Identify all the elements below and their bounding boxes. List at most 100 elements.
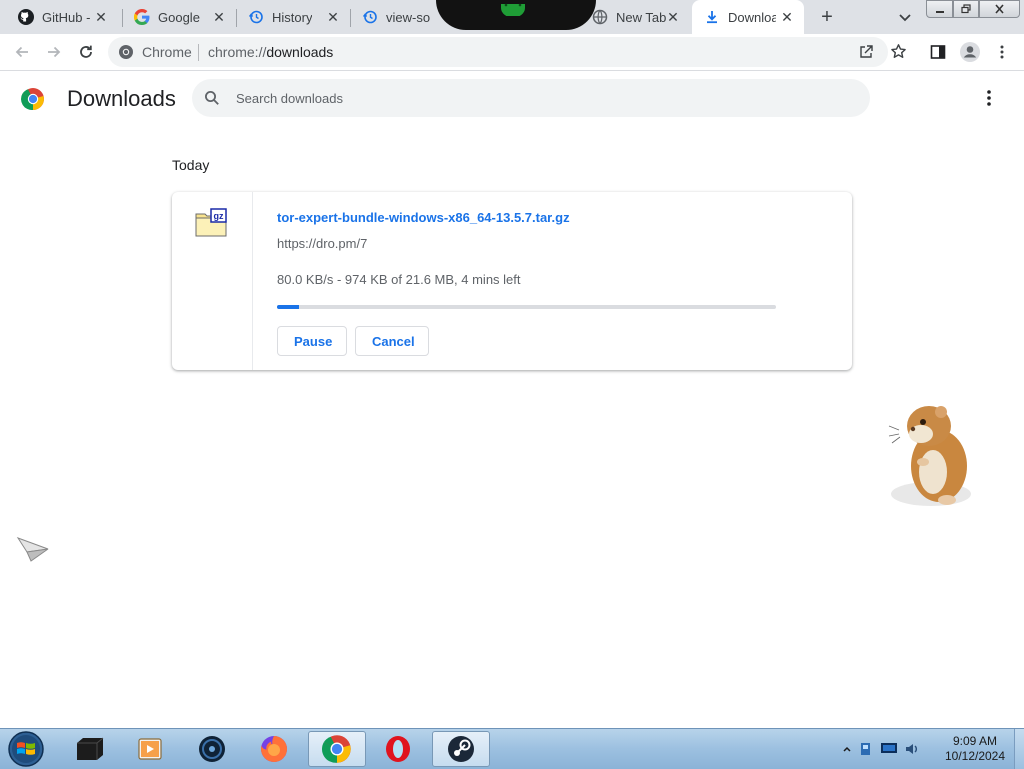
github-icon [18, 9, 34, 25]
status-indicator-icon [501, 3, 525, 16]
new-tab-button[interactable]: + [816, 6, 838, 28]
taskbar-app-opera[interactable] [370, 731, 426, 767]
chevron-down-icon[interactable] [896, 8, 914, 26]
taskbar: 9:09 AM 10/12/2024 [0, 728, 1024, 769]
history-icon [248, 9, 264, 25]
tab-history[interactable]: History ✕ [236, 0, 350, 34]
date-section-label: Today [172, 157, 210, 173]
forward-button[interactable] [42, 40, 66, 64]
chevron-up-icon[interactable] [842, 744, 852, 754]
tab-new-tab[interactable]: New Tab ✕ [582, 0, 690, 34]
side-panel-button[interactable] [926, 40, 950, 64]
side-panel-icon [930, 45, 946, 59]
profile-button[interactable] [958, 40, 982, 64]
tab-title: view-so [386, 9, 431, 25]
taskbar-app-steam[interactable] [432, 731, 490, 767]
download-item: gz tor-expert-bundle-windows-x86_64-13.5… [172, 192, 852, 370]
tab-title: Google [158, 9, 200, 25]
arrow-left-icon [15, 46, 28, 58]
avatar-icon [960, 42, 980, 62]
steam-icon [448, 736, 474, 762]
reload-icon [80, 45, 92, 58]
chrome-logo-icon [21, 88, 44, 111]
divider [198, 44, 199, 61]
paper-plane-icon[interactable] [16, 534, 50, 564]
more-vert-icon[interactable] [979, 88, 999, 108]
taskbar-app-terminal[interactable] [62, 731, 118, 767]
tab-title: Downloa [728, 9, 776, 25]
firefox-icon [261, 736, 288, 762]
chrome-icon [119, 45, 133, 59]
search-input[interactable] [236, 89, 836, 107]
clock-time: 9:09 AM [952, 734, 998, 748]
tab-strip: GitHub - ✕ Google ✕ History ✕ view-so Ne… [0, 0, 1024, 34]
close-icon[interactable]: ✕ [780, 10, 794, 24]
taskbar-app-chrome[interactable] [308, 731, 366, 767]
restore-button[interactable] [953, 0, 979, 18]
page-title: Downloads [67, 86, 176, 111]
minimize-icon [935, 11, 944, 13]
tab-title: GitHub - [42, 9, 91, 25]
clock[interactable]: 9:09 AM 10/12/2024 [940, 734, 1010, 764]
close-icon[interactable]: ✕ [666, 10, 680, 24]
close-icon[interactable]: ✕ [94, 10, 108, 24]
show-desktop-button[interactable] [1014, 729, 1024, 769]
back-button[interactable] [10, 40, 34, 64]
divider [252, 192, 253, 370]
terminal-icon [77, 737, 104, 760]
browser-toolbar: Chrome chrome://downloads [0, 34, 1024, 71]
minimize-button[interactable] [926, 0, 954, 18]
close-icon[interactable]: ✕ [326, 10, 340, 24]
tab-view-source[interactable]: view-so [350, 0, 440, 34]
hamster-mascot-icon[interactable] [887, 402, 977, 512]
tab-title: New Tab [616, 9, 667, 25]
google-icon [134, 9, 150, 25]
system-tray [842, 733, 920, 765]
close-icon [995, 4, 1004, 14]
url-host: downloads [266, 44, 334, 60]
bookmark-star-icon[interactable] [890, 43, 907, 60]
more-vert-icon [1000, 45, 1004, 59]
cancel-button[interactable]: Cancel [355, 326, 429, 356]
address-bar[interactable]: Chrome chrome://downloads [108, 37, 906, 67]
clock-date: 10/12/2024 [944, 749, 1006, 763]
window-controls [926, 0, 1020, 18]
media-player-icon [138, 738, 162, 760]
progress-fill [277, 305, 300, 309]
monitor-icon[interactable] [880, 742, 898, 756]
tab-downloads[interactable]: Downloa ✕ [692, 0, 804, 34]
tab-title: History [272, 9, 313, 25]
start-button[interactable] [6, 730, 46, 768]
chrome-menu-button[interactable] [990, 40, 1014, 64]
archive-file-icon[interactable]: gz [194, 208, 230, 238]
close-window-button[interactable] [978, 0, 1020, 18]
url-scheme: chrome:// [208, 44, 267, 60]
download-progress-bar [277, 305, 776, 309]
taskbar-app-firefox[interactable] [246, 731, 302, 767]
tab-google[interactable]: Google ✕ [122, 0, 236, 34]
source-url: https://dro.pm/7 [277, 236, 368, 251]
taskbar-app-steam-like[interactable] [184, 731, 240, 767]
arrow-right-icon [48, 46, 61, 58]
site-label: Chrome [142, 44, 192, 60]
reload-button[interactable] [74, 40, 98, 64]
download-icon [704, 9, 720, 25]
restore-icon [961, 4, 971, 14]
network-icon[interactable] [858, 741, 874, 757]
chrome-icon [322, 735, 351, 763]
file-name-link[interactable]: tor-expert-bundle-windows-x86_64-13.5.7.… [277, 210, 570, 225]
url-text: chrome://downloads [208, 44, 333, 60]
taskbar-app-media-player[interactable] [122, 731, 178, 767]
globe-icon [592, 9, 608, 25]
opera-icon [386, 736, 410, 762]
file-type-label: gz [214, 211, 224, 221]
pause-button[interactable]: Pause [277, 326, 347, 356]
search-bar [192, 79, 870, 117]
tab-github[interactable]: GitHub - ✕ [0, 0, 118, 34]
search-icon[interactable] [204, 90, 220, 106]
close-icon[interactable]: ✕ [212, 10, 226, 24]
share-icon[interactable] [858, 44, 874, 60]
volume-icon[interactable] [904, 741, 920, 757]
history-icon [362, 9, 378, 25]
download-status: 80.0 KB/s - 974 KB of 21.6 MB, 4 mins le… [277, 272, 521, 287]
